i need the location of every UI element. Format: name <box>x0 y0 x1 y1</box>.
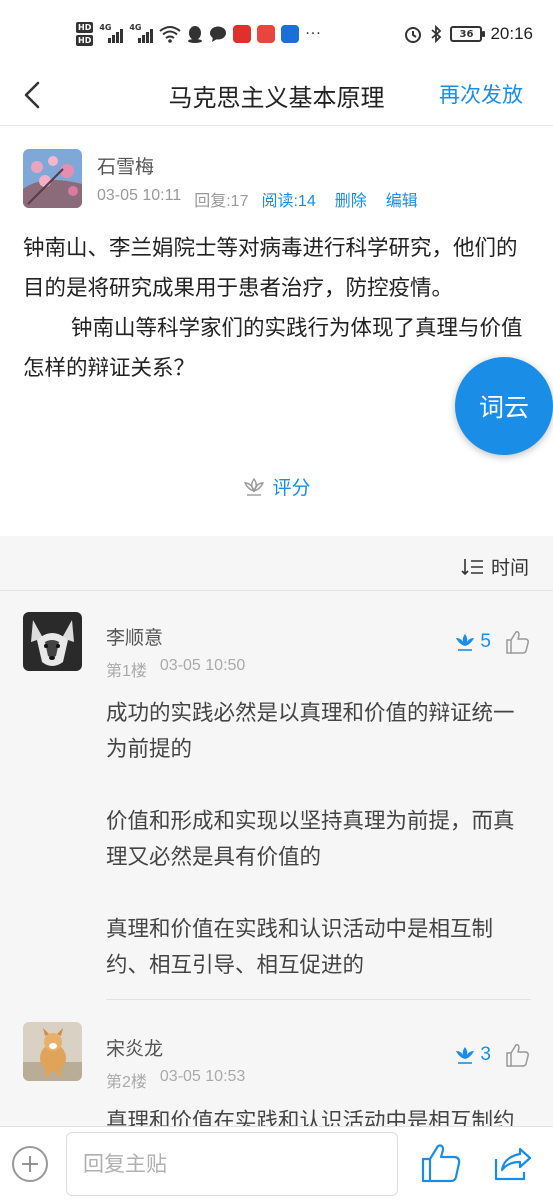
hd-badge: HD <box>76 35 94 46</box>
battery-icon: 36 <box>450 26 486 42</box>
reply-avatar[interactable] <box>23 1022 82 1081</box>
signal-icon: 4G <box>129 23 154 43</box>
post-paragraph: 钟南山、李兰娟院士等对病毒进行科学研究，他们的目的是将研究成果用于患者治疗，防控… <box>23 236 518 301</box>
post-paragraph: 钟南山等科学家们的实践行为体现了真理与价值怎样的辩证关系？ <box>23 316 523 381</box>
reply-actions: 3 <box>453 1042 531 1068</box>
hd-badge: HD <box>76 22 94 33</box>
chat-icon <box>210 26 227 42</box>
post-content: 钟南山、李兰娟院士等对病毒进行科学研究，他们的目的是将研究成果用于患者治疗，防控… <box>23 229 528 389</box>
reply-content: 真理和价值在实践和认识活动中是相互制约 <box>106 1104 531 1126</box>
original-post: 石雪梅 03-05 10:11 回复:17 阅读:14 删除 编辑 钟南山、李兰… <box>0 127 553 535</box>
reply-item: 李顺意 第1楼 03-05 10:50 5 成功的实践必然是以真理和价值的辩证统… <box>0 591 553 1000</box>
qq-icon <box>188 26 203 43</box>
bottom-reply-bar <box>0 1126 553 1200</box>
reply-paragraph: 真理和价值在实践和认识活动中是相互制约 <box>106 1109 515 1126</box>
status-right-icons: 36 20:16 <box>404 22 533 46</box>
status-bar: HD HD 4G 4G ··· 36 20:16 <box>0 0 553 64</box>
flower-outline-icon <box>244 477 265 496</box>
post-date: 03-05 10:11 <box>97 187 182 204</box>
delete-button[interactable]: 删除 <box>335 187 367 211</box>
flower-icon <box>456 1047 475 1064</box>
flower-icon <box>456 634 475 651</box>
reply-author-name[interactable]: 李顺意 <box>106 623 163 650</box>
huawei-app-icon <box>233 25 252 43</box>
top-nav-bar: 马克思主义基本原理 再次发放 <box>0 64 553 126</box>
reader-app-icon <box>257 25 276 43</box>
sort-by-time-button[interactable]: 时间 <box>461 553 529 580</box>
word-cloud-button[interactable]: 词云 <box>455 357 553 455</box>
reply-meta: 第1楼 03-05 10:50 <box>106 657 245 681</box>
reply-paragraph: 成功的实践必然是以真理和价值的辩证统一为前提的 <box>106 701 515 762</box>
rate-button[interactable]: 评分 <box>0 473 553 500</box>
status-left-icons: HD HD 4G 4G ··· <box>76 16 322 52</box>
reply-date: 03-05 10:50 <box>159 657 246 674</box>
post-read-count[interactable]: 阅读:14 <box>261 187 315 211</box>
replies-section: 时间 李顺意 第1楼 03-05 10:50 5 成功的实践必然是以真理和价值的… <box>0 536 553 1126</box>
reply-item: 宋炎龙 第2楼 03-05 10:53 3 真理和价值在实践和认识活动中是相互制… <box>0 1000 553 1126</box>
rate-label: 评分 <box>272 477 311 499</box>
signal-icon: 4G <box>99 23 124 43</box>
flower-count: 3 <box>480 1044 491 1065</box>
reply-meta: 第2楼 03-05 10:53 <box>106 1068 245 1092</box>
avatar-image <box>23 612 82 671</box>
reply-content: 成功的实践必然是以真理和价值的辩证统一为前提的 价值和形成和实现以坚持真理为前提… <box>106 696 531 1020</box>
post-author-name[interactable]: 石雪梅 <box>97 152 154 179</box>
reply-paragraph: 价值和形成和实现以坚持真理为前提，而真理又必然是具有价值的 <box>106 809 515 870</box>
reply-author-name[interactable]: 宋炎龙 <box>106 1034 163 1061</box>
thumbs-up-icon[interactable] <box>505 629 531 655</box>
thumbs-up-icon[interactable] <box>505 1042 531 1068</box>
reply-avatar[interactable] <box>23 612 82 671</box>
post-meta: 03-05 10:11 回复:17 阅读:14 删除 编辑 <box>97 187 418 211</box>
flower-button[interactable]: 3 <box>453 1044 491 1066</box>
wifi-icon <box>159 26 181 43</box>
reissue-button[interactable]: 再次发放 <box>439 79 523 109</box>
add-attachment-button[interactable] <box>12 1146 48 1182</box>
more-notifications: ··· <box>305 26 322 42</box>
reply-floor: 第1楼 <box>106 663 147 680</box>
clock: 20:16 <box>490 24 533 43</box>
reply-paragraph: 真理和价值在实践和认识活动中是相互制约、相互引导、相互促进的 <box>106 917 494 978</box>
reply-floor: 第2楼 <box>106 1074 147 1091</box>
bluetooth-icon <box>431 25 442 43</box>
reply-input[interactable] <box>66 1132 398 1196</box>
reply-date: 03-05 10:53 <box>159 1068 246 1085</box>
avatar-image <box>23 1022 82 1081</box>
share-icon[interactable] <box>492 1145 532 1183</box>
reply-actions: 5 <box>453 629 531 655</box>
sort-label: 时间 <box>490 557 529 579</box>
flower-count: 5 <box>480 631 491 652</box>
sort-bar: 时间 <box>0 536 553 591</box>
battery-level: 36 <box>459 28 474 40</box>
plus-icon <box>22 1156 38 1172</box>
post-reply-count: 回复:17 <box>194 193 249 210</box>
avatar-image <box>23 149 82 208</box>
study-app-icon <box>281 25 300 43</box>
edit-button[interactable]: 编辑 <box>386 187 418 211</box>
like-icon[interactable] <box>420 1142 462 1184</box>
sort-icon <box>461 558 483 575</box>
author-avatar[interactable] <box>23 149 82 208</box>
alarm-icon <box>405 27 422 43</box>
flower-button[interactable]: 5 <box>453 631 491 653</box>
